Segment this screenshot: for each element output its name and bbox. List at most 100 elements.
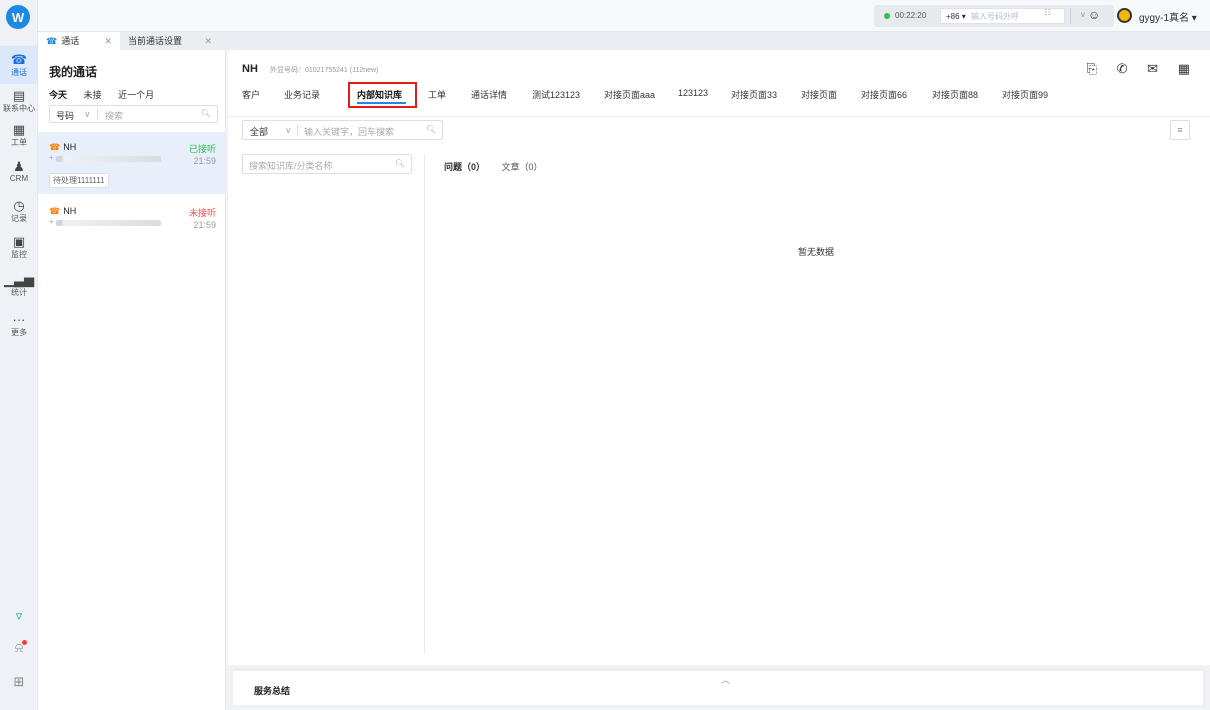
close-icon[interactable]: ✕	[204, 32, 212, 50]
tab-call-details[interactable]: 通话详情	[471, 88, 507, 101]
kb-search-input[interactable]: 搜索知识库/分类名称	[249, 161, 333, 171]
close-icon[interactable]: ✕	[104, 32, 112, 50]
tab-questions[interactable]: 问题（0）	[444, 162, 485, 172]
list-item[interactable]: ☎ NH 已接听 + 21:59 待处理1111111	[38, 132, 226, 194]
tab-page-66[interactable]: 对接页面66	[861, 88, 907, 101]
country-code-select[interactable]: +86 ▾	[946, 12, 966, 21]
blurred-number	[56, 220, 161, 226]
chevron-up-icon[interactable]: ︿	[721, 673, 730, 686]
nav-item-contact-center[interactable]: ▤ 联系中心	[0, 82, 38, 120]
tab-page-33[interactable]: 对接页面33	[731, 88, 777, 101]
panel-title: 我的通话	[49, 65, 98, 79]
contact-name: NH	[242, 63, 258, 75]
tab-calls[interactable]: ☎ 通话 ✕	[38, 32, 120, 50]
tab-articles[interactable]: 文章（0）	[502, 162, 543, 172]
agent-status-icon[interactable]: ☺	[1088, 8, 1100, 22]
tab-page[interactable]: 对接页面	[801, 88, 837, 101]
tab-label: 当前通话设置	[128, 36, 183, 46]
avatar[interactable]	[1117, 8, 1132, 23]
call-search[interactable]: 号码 ∨ 搜索 🔍︎	[49, 105, 218, 123]
service-summary: ︿ 服务总结	[232, 670, 1204, 706]
nav-item-monitor[interactable]: ▣ 监控	[0, 228, 38, 266]
nav-item-more[interactable]: ··· 更多	[0, 306, 38, 344]
kb-category-search[interactable]: 搜索知识库/分类名称 🔍︎	[242, 154, 412, 174]
tab-business-records[interactable]: 业务记录	[284, 88, 320, 101]
notification-dot	[22, 640, 27, 645]
divider	[297, 125, 298, 135]
call-timer: 00:22:20	[895, 11, 927, 20]
divider	[97, 109, 98, 119]
nav-label: CRM	[9, 173, 29, 183]
nav-item-stats[interactable]: ▁▃▅ 统计	[0, 266, 38, 304]
nav-item-crm[interactable]: ♟ CRM	[0, 152, 38, 190]
phone-icon: ☎	[49, 206, 61, 216]
chevron-down-icon[interactable]: ∨	[1080, 10, 1086, 19]
highlight-box	[348, 82, 417, 108]
tab-page-99[interactable]: 对接页面99	[1002, 88, 1048, 101]
tab-label: 通话	[61, 36, 80, 46]
wifi-icon[interactable]: ▿	[0, 608, 38, 624]
list-item[interactable]: ☎ NH 未接听 + 21:59	[38, 196, 226, 258]
call-time: 21:59	[193, 220, 216, 230]
nav-item-history[interactable]: ◷ 记录	[0, 192, 38, 230]
tab-test[interactable]: 测试123123	[532, 88, 580, 101]
nav-label: 联系中心	[3, 103, 35, 113]
top-bar: 00:22:20 +86 ▾ 输入号码外呼 ☷ ∨ ☺ gygy-1真名 ▾	[38, 0, 1210, 32]
call-status: 已接听	[188, 144, 216, 154]
list-icon: ≡	[1177, 125, 1183, 135]
ticket-icon: ▦	[12, 121, 26, 137]
empty-state: 暂无数据	[798, 247, 835, 257]
summary-title: 服务总结	[254, 686, 291, 696]
download-icon[interactable]: ⊞	[0, 674, 38, 690]
divider	[424, 154, 425, 654]
call-status: 未接听	[188, 208, 216, 218]
nav-label: 监控	[11, 249, 27, 259]
calendar-icon[interactable]: ▦	[1178, 61, 1190, 76]
filter-missed[interactable]: 未接	[84, 90, 102, 100]
list-view-button[interactable]: ≡	[1170, 120, 1190, 140]
search-type-select[interactable]: 号码	[56, 109, 74, 122]
user-menu[interactable]: gygy-1真名 ▾	[1139, 9, 1197, 24]
nav-label: 更多	[11, 327, 27, 337]
tab-page-aaa[interactable]: 对接页面aaa	[604, 88, 655, 101]
status-badge: 待处理1111111	[49, 173, 109, 188]
main-panel: NH 外显号码：01021755241 (112new) ⎘ ✆ ✉ ▦ 客户 …	[228, 50, 1210, 665]
scope-select[interactable]: 全部	[250, 125, 268, 138]
call-filters: 今天 未接 近一个月	[49, 88, 168, 101]
history-icon: ◷	[13, 197, 25, 213]
call-status-bar: 00:22:20 +86 ▾ 输入号码外呼 ☷ ∨	[874, 5, 1114, 27]
search-icon: 🔍︎	[394, 159, 405, 168]
tab-customer[interactable]: 客户	[242, 88, 260, 101]
result-tabs: 问题（0） 文章（0）	[444, 160, 543, 173]
tab-bar: ☎ 通话 ✕ 当前通话设置 ✕	[38, 32, 1210, 50]
filter-month[interactable]: 近一个月	[118, 90, 154, 100]
search-icon: 🔍︎	[200, 109, 211, 118]
search-input[interactable]: 搜索	[105, 109, 123, 122]
bell-icon[interactable]: ⍾	[0, 640, 38, 656]
keyword-input[interactable]: 输入关键字，回车搜索	[304, 125, 394, 138]
nav-label: 通话	[11, 67, 27, 77]
call-time: 21:59	[193, 156, 216, 166]
note-icon[interactable]: ⎘	[1087, 61, 1097, 76]
tab-call-settings[interactable]: 当前通话设置 ✕	[120, 32, 220, 50]
tab-page-88[interactable]: 对接页面88	[932, 88, 978, 101]
nav-item-tickets[interactable]: ▦ 工单	[0, 116, 38, 154]
tab-123123[interactable]: 123123	[678, 88, 708, 98]
toolbar: ⎘ ✆ ✉ ▦	[1071, 61, 1190, 77]
mail-icon[interactable]: ✉	[1147, 61, 1158, 76]
filter-today[interactable]: 今天	[49, 90, 67, 100]
phone-icon: ☎	[49, 142, 61, 152]
phone-icon[interactable]: ✆	[1117, 61, 1128, 76]
nav-label: 记录	[11, 213, 27, 223]
number-prefix: +	[49, 153, 54, 162]
tab-tickets[interactable]: 工单	[428, 88, 446, 101]
nav-item-calls[interactable]: ☎ 通话	[0, 46, 38, 84]
app-logo: W	[6, 5, 30, 29]
nav-label: 工单	[11, 137, 27, 147]
status-dot	[884, 13, 890, 19]
crm-icon: ♟	[13, 158, 25, 174]
kb-filter[interactable]: 全部 ∨ 输入关键字，回车搜索 🔍︎	[242, 120, 443, 140]
divider	[1070, 8, 1071, 24]
keypad-icon[interactable]: ☷	[1044, 8, 1051, 17]
more-icon: ···	[12, 311, 26, 327]
